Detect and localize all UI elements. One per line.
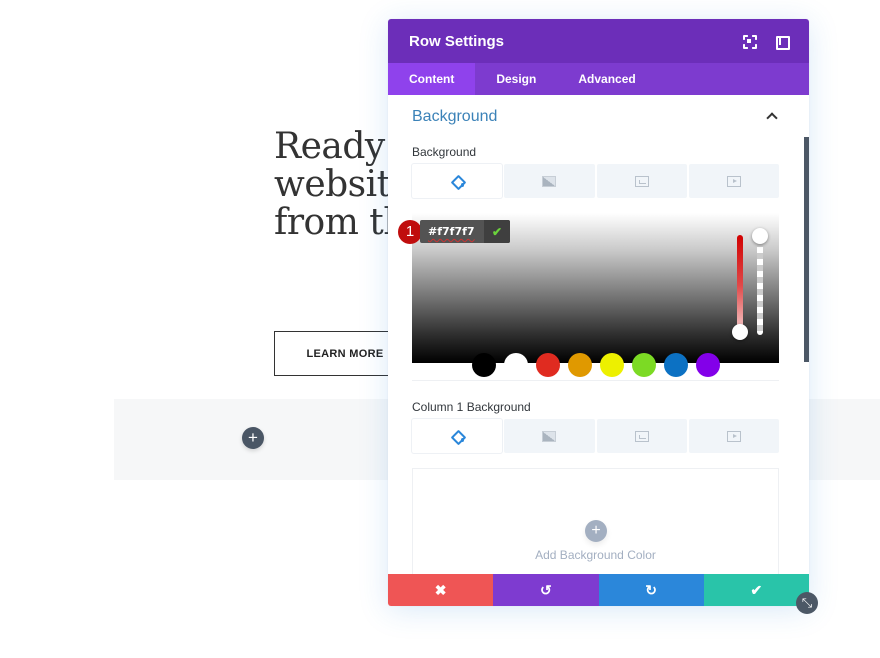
close-icon: ✖ <box>434 581 447 598</box>
redo-icon: ↻ <box>645 581 657 598</box>
tab-advanced[interactable]: Advanced <box>557 63 656 95</box>
video-icon <box>726 430 741 442</box>
divider <box>412 380 779 381</box>
modal-body: Background Background 1 #f7f7f7 ✔ Column… <box>388 95 809 574</box>
modal-footer: ✖ ↺ ↻ ✔ <box>388 574 809 606</box>
bg-type-gradient[interactable] <box>504 164 595 198</box>
color-swatches <box>472 353 720 377</box>
swatch-blue[interactable] <box>664 353 688 377</box>
hex-input[interactable]: #f7f7f7 <box>420 220 484 243</box>
hue-slider-handle[interactable] <box>732 324 748 340</box>
swatch-black[interactable] <box>472 353 496 377</box>
section-title-background[interactable]: Background <box>412 108 497 126</box>
resize-handle[interactable]: ⤡ <box>796 592 818 614</box>
opacity-slider-handle[interactable] <box>752 228 768 244</box>
opacity-slider[interactable] <box>757 235 763 335</box>
modal-header: Row Settings <box>388 19 809 63</box>
tab-content[interactable]: Content <box>388 63 476 95</box>
gradient-icon <box>542 175 557 187</box>
hue-slider[interactable] <box>737 235 743 335</box>
redo-button[interactable]: ↻ <box>598 574 704 606</box>
plus-icon: + <box>591 522 601 539</box>
step-badge: 1 <box>398 220 422 244</box>
paint-bucket-icon <box>452 431 464 442</box>
swatch-red[interactable] <box>536 353 560 377</box>
video-icon <box>726 175 741 187</box>
image-icon <box>634 430 649 442</box>
swatch-yellow[interactable] <box>600 353 624 377</box>
bg-type-video[interactable] <box>688 164 779 198</box>
swatch-green[interactable] <box>632 353 656 377</box>
background-label: Background <box>412 145 477 159</box>
col-bg-type-image[interactable] <box>596 419 687 453</box>
bg-type-image[interactable] <box>596 164 687 198</box>
col-bg-type-color[interactable] <box>412 419 503 453</box>
undo-button[interactable]: ↺ <box>493 574 599 606</box>
paint-bucket-icon <box>452 176 464 187</box>
row-settings-modal: Row Settings Content Design Advanced Bac… <box>388 19 809 606</box>
chevron-up-icon[interactable] <box>766 112 778 124</box>
expand-icon[interactable] <box>742 34 756 48</box>
hex-confirm-button[interactable]: ✔ <box>484 220 510 243</box>
col-bg-type-gradient[interactable] <box>504 419 595 453</box>
resize-icon: ⤡ <box>801 595 813 610</box>
gradient-icon <box>542 430 557 442</box>
col-bg-type-video[interactable] <box>688 419 779 453</box>
save-button[interactable]: ✔ <box>703 574 809 606</box>
add-module-button[interactable]: + <box>242 427 264 449</box>
swatch-orange[interactable] <box>568 353 592 377</box>
modal-title: Row Settings <box>409 32 505 50</box>
cancel-button[interactable]: ✖ <box>388 574 494 606</box>
check-icon: ✔ <box>491 224 503 239</box>
image-icon <box>634 175 649 187</box>
swatch-purple[interactable] <box>696 353 720 377</box>
undo-icon: ↺ <box>540 581 552 598</box>
add-background-color-button[interactable]: + <box>585 520 607 542</box>
scrollbar[interactable] <box>804 137 809 362</box>
tab-design[interactable]: Design <box>475 63 557 95</box>
modal-tabs: Content Design Advanced <box>388 63 809 95</box>
swatch-white[interactable] <box>504 353 528 377</box>
bg-type-color[interactable] <box>412 164 503 198</box>
plus-icon: + <box>248 428 258 447</box>
column1-background-type-tabs <box>412 419 779 453</box>
column1-background-label: Column 1 Background <box>412 400 531 414</box>
background-type-tabs <box>412 164 779 198</box>
split-view-icon[interactable] <box>774 34 790 50</box>
add-background-color-label[interactable]: Add Background Color <box>388 548 803 562</box>
check-icon: ✔ <box>750 581 763 598</box>
hex-field: #f7f7f7 ✔ <box>420 220 510 243</box>
